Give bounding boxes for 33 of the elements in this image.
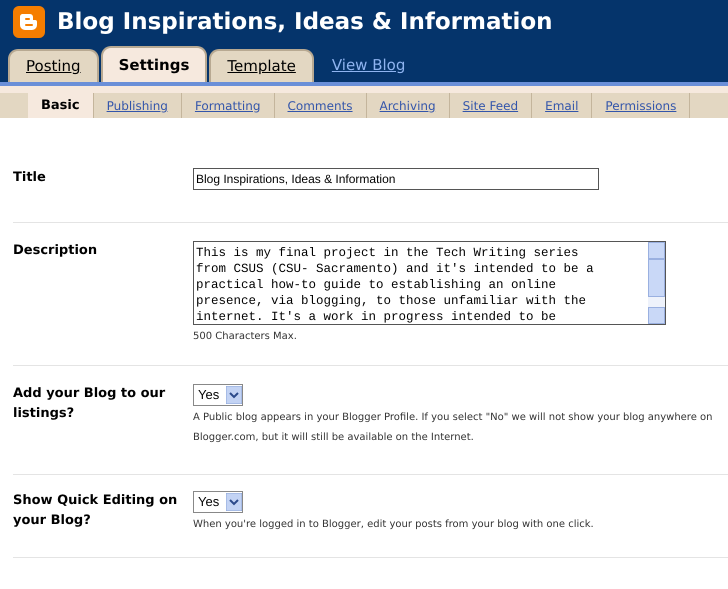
- subtab[interactable]: Permissions: [592, 93, 690, 118]
- title-input-field[interactable]: Blog Inspirations, Ideas & Information: [193, 168, 599, 190]
- subtab[interactable]: Publishing: [94, 93, 182, 118]
- yes-no-dropdown[interactable]: Yes: [193, 491, 243, 513]
- yes-no-dropdown[interactable]: Yes: [193, 384, 243, 406]
- subtab[interactable]: Archiving: [366, 93, 450, 118]
- subtab[interactable]: Comments: [274, 93, 367, 118]
- subtab[interactable]: Email: [532, 93, 592, 118]
- subtab[interactable]: Site Feed: [450, 93, 532, 118]
- description-text-line: presence, via blogging, to those unfamiliar with the: [196, 293, 588, 309]
- description-text-line: This is my final project in the Tech Writing series: [196, 245, 580, 261]
- setting-label: Show Quick Editing on your Blog?: [13, 492, 178, 530]
- hint-text: A Public blog appears in your Blogger Profile. If you select "No" we will not show your blog anywhere on Blogger.com, but it will still be available on the Internet.: [193, 411, 713, 445]
- tab[interactable]: Settings: [100, 46, 208, 82]
- description-text-line: internet. It's a work in progress intended to be: [196, 309, 558, 324]
- scrollbar[interactable]: [648, 242, 665, 324]
- setting-label: Title: [13, 169, 47, 187]
- subtab[interactable]: Basic: [28, 93, 94, 118]
- setting-label: Add your Blog to our listings?: [13, 385, 166, 423]
- tab[interactable]: Posting: [8, 49, 99, 82]
- description-text-area[interactable]: [193, 241, 666, 325]
- dropdown-arrow-icon: [226, 386, 242, 404]
- description-text-line: from CSUS (CSU- Sacramento) and it's intended to be a: [196, 261, 595, 277]
- dropdown-arrow-icon: [226, 493, 242, 511]
- description-text-line: practical how-to guide to establishing an online: [196, 277, 558, 293]
- blog-title: Blog Inspirations, Ideas & Information: [57, 8, 553, 37]
- blogger-logo-icon: [13, 6, 45, 38]
- hint-text: When you're logged in to Blogger, edit your posts from your blog with one click.: [193, 518, 595, 532]
- hint-text: 500 Characters Max.: [193, 330, 298, 344]
- setting-label: Description: [13, 242, 98, 260]
- tab[interactable]: Template: [209, 49, 314, 82]
- view-blog-link[interactable]: View Blog: [332, 54, 406, 76]
- subtab[interactable]: Formatting: [182, 93, 274, 118]
